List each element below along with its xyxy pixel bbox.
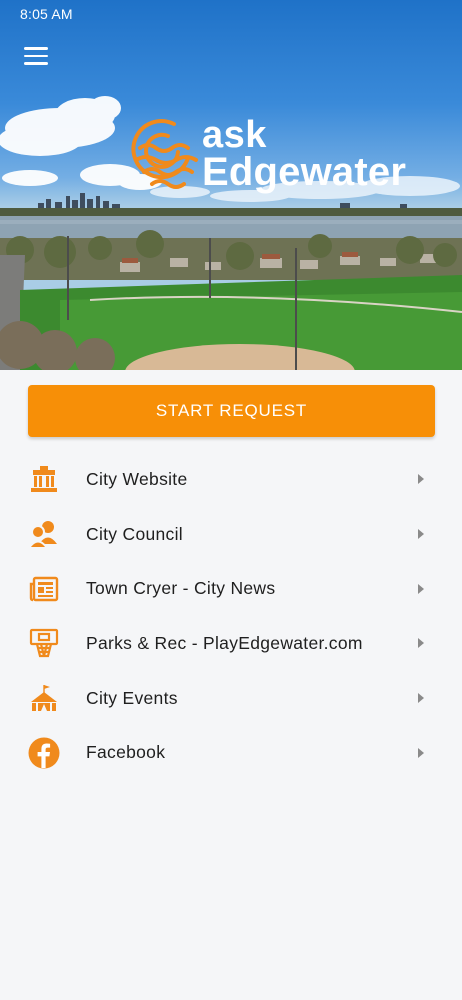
logo-text-ask: ask (202, 114, 267, 156)
circus-tent-icon (28, 682, 60, 714)
menu-item-city-council[interactable]: City Council (0, 507, 462, 562)
menu-item-label: City Events (86, 687, 178, 708)
chevron-right-icon (418, 474, 424, 485)
basketball-hoop-icon (28, 627, 60, 659)
menu-item-label: Parks & Rec - PlayEdgewater.com (86, 632, 363, 653)
menu-item-parks-rec[interactable]: Parks & Rec - PlayEdgewater.com (0, 616, 462, 671)
sun-waves-icon (131, 119, 198, 189)
hamburger-icon (24, 47, 48, 50)
menu-list: City Website City Council Town Cryer - C… (0, 452, 462, 780)
hero-banner: 8:05 AM ask Edgewater (0, 0, 462, 370)
logo-text-edgewater: Edgewater (202, 150, 407, 194)
city-hall-icon (28, 463, 60, 495)
hamburger-menu-button[interactable] (18, 40, 54, 72)
menu-item-facebook[interactable]: Facebook (0, 725, 462, 780)
menu-item-city-website[interactable]: City Website (0, 452, 462, 507)
menu-item-town-cryer[interactable]: Town Cryer - City News (0, 561, 462, 616)
menu-item-city-events[interactable]: City Events (0, 671, 462, 726)
menu-item-label: City Website (86, 468, 188, 489)
status-bar-time: 8:05 AM (20, 6, 73, 22)
chevron-right-icon (418, 693, 424, 704)
people-icon (28, 518, 60, 550)
newspaper-icon (28, 573, 60, 605)
app-logo: ask Edgewater (122, 112, 422, 202)
chevron-right-icon (418, 583, 424, 594)
menu-item-label: Town Cryer - City News (86, 578, 276, 599)
chevron-right-icon (418, 529, 424, 540)
start-request-button[interactable]: START REQUEST (28, 385, 435, 437)
chevron-right-icon (418, 747, 424, 758)
facebook-icon (28, 737, 60, 769)
menu-item-label: City Council (86, 523, 183, 544)
menu-item-label: Facebook (86, 742, 166, 763)
chevron-right-icon (418, 638, 424, 649)
